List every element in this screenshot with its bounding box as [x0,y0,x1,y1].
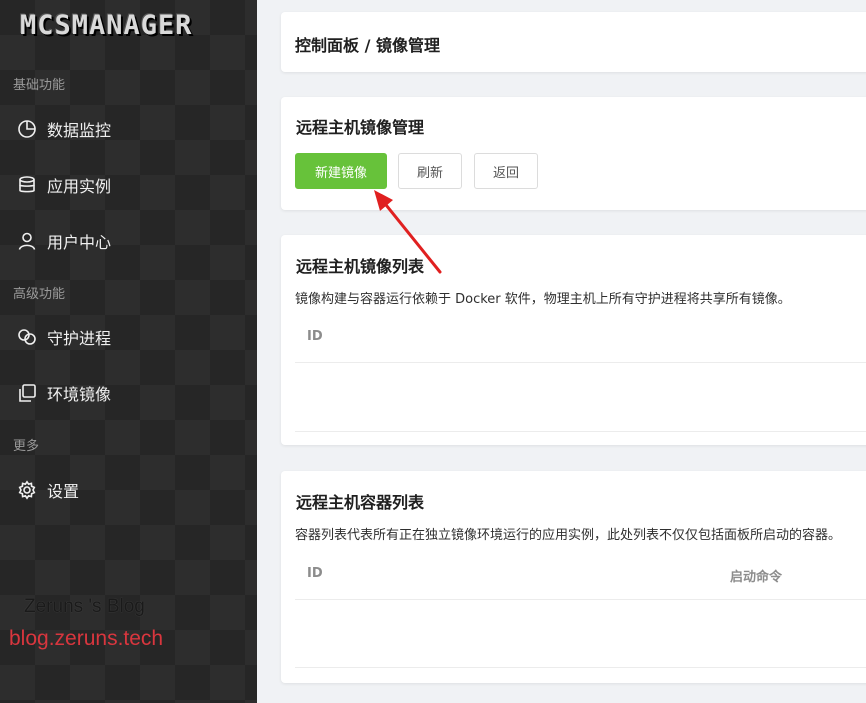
copy-icon [17,383,37,403]
nav-group-title-basic: 基础功能 [13,78,66,93]
table-column-start-command: 启动命令 [730,570,783,585]
image-manage-title: 远程主机镜像管理 [296,118,425,137]
breadcrumb-card: 控制面板 / 镜像管理 [281,12,866,72]
app-logo: MCSMANAGER [20,10,193,41]
sidebar-item-daemon[interactable]: 守护进程 [0,317,257,357]
sidebar-item-data-monitor[interactable]: 数据监控 [0,109,257,149]
sidebar-item-label: 应用实例 [47,177,112,196]
watermark-blog-name: Zeruns 's Blog [24,596,145,617]
sidebar-item-app-instances[interactable]: 应用实例 [0,165,257,205]
back-button[interactable]: 返回 [474,153,538,189]
container-table-header: ID 启动命令 [295,549,866,600]
table-column-id: ID [307,329,323,344]
sidebar: MCSMANAGER 基础功能 数据监控 应用实例 用户中心 高级功能 守护进程… [0,0,257,703]
sidebar-item-label: 数据监控 [47,121,112,140]
sidebar-item-label: 用户中心 [47,233,112,252]
database-icon [17,175,37,195]
nav-group-title-more: 更多 [13,439,40,454]
watermark-blog-url: blog.zeruns.tech [9,627,164,650]
annotation-arrow [374,190,442,274]
sidebar-item-label: 设置 [47,482,80,501]
nav-group-title-advanced: 高级功能 [13,287,66,302]
sidebar-item-env-images[interactable]: 环境镜像 [0,373,257,413]
image-table-empty-body [295,431,866,432]
pie-chart-icon [17,119,37,139]
sidebar-item-user-center[interactable]: 用户中心 [0,221,257,261]
container-list-description: 容器列表代表所有正在独立镜像环境运行的应用实例，此处列表不仅仅包括面板所启动的容… [295,528,842,543]
user-icon [17,231,37,251]
table-column-id: ID [307,566,323,581]
image-list-description: 镜像构建与容器运行依赖于 Docker 软件，物理主机上所有守护进程将共享所有镜… [295,292,791,307]
gear-icon [17,480,37,500]
breadcrumb: 控制面板 / 镜像管理 [295,36,440,55]
container-list-title: 远程主机容器列表 [296,493,425,512]
container-table-empty-body [295,667,866,668]
image-table-header: ID [295,312,866,363]
link-icon [17,327,37,347]
container-list-card: 远程主机容器列表 容器列表代表所有正在独立镜像环境运行的应用实例，此处列表不仅仅… [281,471,866,683]
sidebar-item-label: 环境镜像 [47,385,112,404]
sidebar-item-settings[interactable]: 设置 [0,470,257,510]
sidebar-item-label: 守护进程 [47,329,112,348]
